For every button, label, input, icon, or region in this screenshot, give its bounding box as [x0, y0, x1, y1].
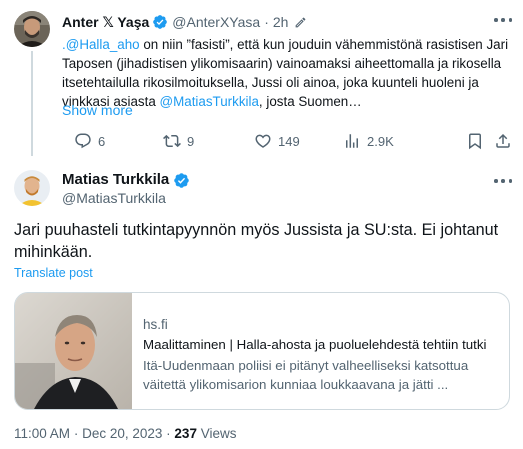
tweet-views-label[interactable]: Views	[201, 426, 237, 441]
reply-count: 6	[98, 133, 106, 149]
retweet-count: 9	[187, 133, 195, 149]
tweet-time[interactable]: 11:00 AM	[14, 426, 70, 441]
bookmark-icon	[469, 133, 481, 150]
parent-tweet-text-line: itsetehtailulla rikosilmoituksella, Juss…	[62, 73, 512, 92]
parent-author-handle[interactable]: @AnterXYasa	[172, 14, 260, 30]
thread-connector-line	[31, 51, 33, 156]
pencil-icon[interactable]	[294, 16, 307, 29]
views-button[interactable]: 2.9K	[343, 131, 394, 151]
tweet-metadata: 11:00 AM · Dec 20, 2023 · 237 Views	[14, 426, 237, 441]
link-preview-card[interactable]: hs.fi Maalittaminen | Halla-ahosta ja pu…	[14, 292, 510, 410]
separator-dot: ·	[264, 14, 269, 30]
verified-badge-icon[interactable]	[152, 14, 168, 30]
reply-button[interactable]: 6	[74, 131, 105, 151]
separator-dot: ·	[166, 426, 171, 441]
parent-tweet-text-line: .@Halla_aho on niin ”fasisti”, että kun …	[62, 35, 512, 54]
like-count: 149	[278, 133, 300, 149]
like-button[interactable]: 149	[254, 131, 300, 151]
mention-link[interactable]: .@Halla_aho	[62, 37, 140, 52]
more-options-icon[interactable]	[494, 178, 512, 184]
heart-icon	[255, 134, 271, 148]
analytics-icon	[346, 134, 358, 148]
parent-tweet-header: Anter 𝕏 Yaşa @AnterXYasa · 2h	[62, 12, 307, 32]
text-segment: itsetehtailulla rikosilmoituksella, Juss…	[62, 75, 479, 90]
main-tweet-header: Matias Turkkila	[62, 171, 190, 188]
link-preview-title: Maalittaminen | Halla-ahosta ja puoluele…	[143, 337, 487, 352]
share-button[interactable]	[494, 131, 512, 151]
text-segment: on niin ”fasisti”, että kun jouduin vähe…	[139, 37, 509, 52]
share-icon	[496, 133, 510, 148]
views-count: 2.9K	[367, 133, 394, 149]
main-author-avatar[interactable]	[14, 170, 50, 206]
main-author-handle[interactable]: @MatiasTurkkila	[62, 190, 166, 206]
main-author-name[interactable]: Matias Turkkila	[62, 171, 169, 188]
show-more-link[interactable]: Show more	[62, 102, 133, 118]
parent-author-name[interactable]: Anter 𝕏 Yaşa	[62, 14, 149, 31]
more-options-icon[interactable]	[494, 17, 512, 23]
retweet-button[interactable]: 9	[163, 131, 194, 151]
retweet-icon	[163, 134, 181, 148]
translate-post-link[interactable]: Translate post	[14, 266, 93, 280]
parent-tweet-text: .@Halla_aho on niin ”fasisti”, että kun …	[62, 35, 512, 111]
link-preview-image	[15, 293, 132, 409]
separator-dot: ·	[73, 426, 79, 441]
main-tweet-text-line: mihinkään.	[14, 243, 93, 261]
text-segment: Taposen (jihadistisen ylikomisaarin) vai…	[62, 56, 502, 71]
tweet-views-count: 237	[174, 426, 197, 441]
parent-tweet-actions: 6 9 149 2.9K	[62, 131, 512, 151]
mention-link[interactable]: @MatiasTurkkila	[160, 94, 259, 109]
link-preview-domain: hs.fi	[143, 317, 168, 332]
link-preview-description: Itä-Uudenmaan poliisi ei pitänyt valheel…	[143, 356, 503, 394]
text-segment: , josta Suomen…	[258, 94, 362, 109]
parent-tweet-text-line: Taposen (jihadistisen ylikomisaarin) vai…	[62, 54, 512, 73]
link-preview-description-line: väitettä ylikomisarion kunniaa loukkaava…	[143, 377, 449, 392]
parent-tweet-time[interactable]: 2h	[273, 14, 289, 30]
parent-author-avatar[interactable]	[14, 11, 50, 47]
reply-icon	[75, 133, 91, 149]
bookmark-button[interactable]	[466, 131, 484, 151]
link-preview-description-line: Itä-Uudenmaan poliisi ei pitänyt valheel…	[143, 358, 469, 373]
main-tweet-text: Jari puuhasteli tutkintapyynnön myös Jus…	[14, 219, 514, 263]
verified-badge-icon[interactable]	[173, 172, 190, 188]
main-tweet-text-line: Jari puuhasteli tutkintapyynnön myös Jus…	[14, 221, 499, 239]
tweet-date[interactable]: Dec 20, 2023	[82, 426, 162, 441]
